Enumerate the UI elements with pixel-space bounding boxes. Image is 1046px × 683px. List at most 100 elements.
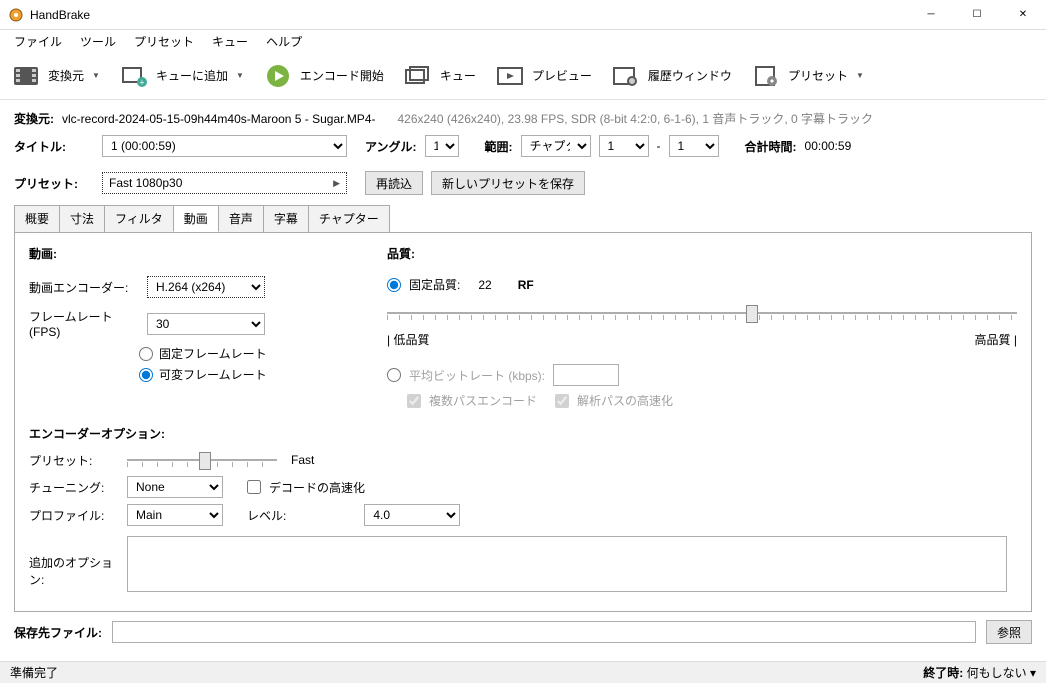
turbo-check [555,394,569,408]
level-label: レベル: [247,507,286,524]
tab-chapters[interactable]: チャプター [308,205,390,232]
cq-label: 固定品質: [409,276,460,293]
video-tab-content: 動画: 動画エンコーダー: H.264 (x264) フレームレート(FPS) … [14,232,1032,612]
add-queue-icon: + [118,64,150,88]
enc-preset-label: プリセット: [29,452,119,469]
menu-bar: ファイル ツール プリセット キュー ヘルプ [0,30,1046,52]
tab-audio[interactable]: 音声 [218,205,264,232]
source-info: 426x240 (426x240), 23.98 FPS, SDR (8-bit… [397,110,873,127]
history-icon [610,64,642,88]
toolbar-encode[interactable]: エンコード開始 [262,64,384,88]
duration-value: 00:00:59 [805,139,852,153]
preset-icon [750,64,782,88]
multipass-check [407,394,421,408]
close-button[interactable]: ✕ [1000,0,1046,30]
save-row: 保存先ファイル: 参照 [0,612,1046,652]
abr-input[interactable] [553,364,619,386]
preset-label: プリセット: [14,175,94,192]
low-quality-label: | 低品質 [387,331,429,348]
tab-summary[interactable]: 概要 [14,205,60,232]
queue-icon [402,64,434,88]
quality-heading: 品質: [387,245,1017,262]
title-select[interactable]: 1 (00:00:59) [102,135,347,157]
tab-subtitles[interactable]: 字幕 [263,205,309,232]
fastdecode-check[interactable] [247,480,261,494]
tab-dimensions[interactable]: 寸法 [59,205,105,232]
toolbar-history[interactable]: 履歴ウィンドウ [610,64,732,88]
film-icon [10,64,42,88]
tune-select[interactable]: None [127,476,223,498]
angle-select[interactable]: 1 [425,135,459,157]
source-label: 変換元: [14,110,54,127]
play-icon [262,64,294,88]
range-type-select[interactable]: チャプター [521,135,591,157]
save-path-input[interactable] [112,621,976,643]
preset-combo[interactable]: Fast 1080p30 ▶ [102,172,347,194]
toolbar-source[interactable]: 変換元▼ [10,64,100,88]
range-label: 範囲: [485,138,513,155]
fps-label: フレームレート(FPS) [29,308,139,339]
tab-video[interactable]: 動画 [173,205,219,232]
vfr-radio[interactable]: 可変フレームレート [139,366,347,383]
menu-tools[interactable]: ツール [72,31,124,52]
profile-select[interactable]: Main [127,504,223,526]
save-preset-button[interactable]: 新しいプリセットを保存 [431,171,585,195]
encoder-select[interactable]: H.264 (x264) [147,276,265,298]
chevron-down-icon: ▼ [236,71,244,80]
range-from-select[interactable]: 1 [599,135,649,157]
abr-label: 平均ビットレート (kbps): [409,367,545,384]
menu-file[interactable]: ファイル [6,31,70,52]
source-file: vlc-record-2024-05-15-09h44m40s-Maroon 5… [62,112,375,126]
save-label: 保存先ファイル: [14,624,102,641]
high-quality-label: 高品質 | [975,331,1017,348]
toolbar-preview[interactable]: プレビュー [494,64,592,88]
fastdecode-label: デコードの高速化 [269,479,365,496]
browse-button[interactable]: 参照 [986,620,1032,644]
range-dash: - [657,139,661,153]
profile-label: プロファイル: [29,507,119,524]
encoder-options-heading: エンコーダーオプション: [29,425,1017,442]
app-icon [8,7,24,23]
toolbar-queue[interactable]: キュー [402,64,476,88]
svg-text:+: + [140,78,145,87]
chevron-right-icon: ▶ [333,178,340,189]
enc-preset-value: Fast [291,453,314,467]
status-bar: 準備完了 終了時: 何もしない ▾ [0,661,1046,683]
fps-select[interactable]: 30 [147,313,265,335]
rf-label: RF [518,278,534,292]
cq-value: 22 [478,278,491,292]
status-done: 終了時: 何もしない ▾ [923,664,1036,681]
menu-help[interactable]: ヘルプ [258,31,310,52]
duration-label: 合計時間: [745,138,797,155]
abr-radio[interactable] [387,368,401,382]
extra-options-input[interactable] [127,536,1007,592]
tune-label: チューニング: [29,479,119,496]
extra-label: 追加のオプション: [29,536,119,588]
range-to-select[interactable]: 1 [669,135,719,157]
turbo-label: 解析パスの高速化 [577,392,673,409]
minimize-button[interactable]: ─ [908,0,954,30]
chevron-down-icon: ▼ [856,71,864,80]
cq-radio[interactable] [387,278,401,292]
menu-presets[interactable]: プリセット [126,31,202,52]
tab-filters[interactable]: フィルタ [104,205,174,232]
quality-slider[interactable] [387,303,1017,323]
toolbar-add-queue[interactable]: + キューに追加▼ [118,64,244,88]
reload-preset-button[interactable]: 再読込 [365,171,423,195]
cfr-radio[interactable]: 固定フレームレート [139,345,347,362]
status-ready: 準備完了 [10,664,58,681]
maximize-button[interactable]: ☐ [954,0,1000,30]
encoder-preset-slider[interactable] [127,450,277,470]
level-select[interactable]: 4.0 [364,504,460,526]
encoder-label: 動画エンコーダー: [29,279,139,296]
toolbar-preset[interactable]: プリセット▼ [750,64,864,88]
chevron-down-icon[interactable]: ▾ [1030,666,1036,680]
video-heading: 動画: [29,245,347,262]
toolbar: 変換元▼ + キューに追加▼ エンコード開始 キュー プレビュー 履歴ウィンドウ… [0,52,1046,100]
angle-label: アングル: [365,138,417,155]
title-bar: HandBrake ─ ☐ ✕ [0,0,1046,30]
menu-queue[interactable]: キュー [204,31,256,52]
tabs: 概要 寸法 フィルタ 動画 音声 字幕 チャプター [0,205,1046,232]
preview-icon [494,64,526,88]
multipass-label: 複数パスエンコード [429,392,537,409]
